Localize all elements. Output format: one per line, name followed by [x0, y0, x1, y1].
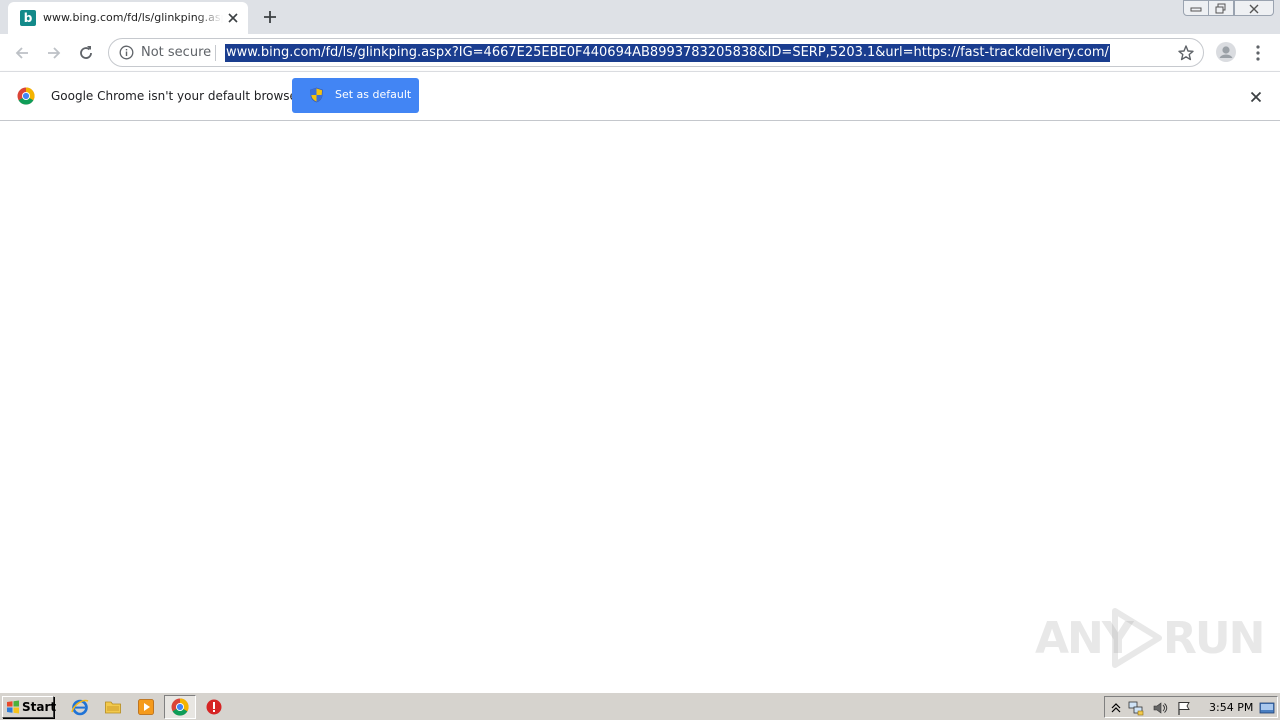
set-as-default-button[interactable]: Set as default [292, 78, 419, 113]
show-hidden-icons-icon[interactable] [1108, 700, 1124, 716]
internet-explorer-icon[interactable] [71, 698, 89, 716]
bing-favicon-icon: b [20, 10, 36, 26]
start-button[interactable]: Start [2, 696, 57, 718]
tab-title: www.bing.com/fd/ls/glinkping.aspx?IG=466… [43, 11, 223, 24]
windows-taskbar: Start 3:54 PM [0, 692, 1280, 720]
chrome-logo-icon [17, 87, 35, 105]
screen: b www.bing.com/fd/ls/glinkping.aspx?IG=4… [0, 0, 1280, 720]
watermark-play-icon [1112, 608, 1162, 668]
stop-icon[interactable] [205, 698, 223, 716]
tab-close-icon[interactable] [224, 9, 242, 27]
infobar-close-icon[interactable] [1247, 88, 1265, 106]
chrome-icon [171, 698, 189, 716]
action-center-flag-icon[interactable] [1176, 700, 1192, 716]
window-restore-button[interactable] [1208, 0, 1234, 16]
profile-avatar-icon[interactable] [1215, 41, 1237, 63]
explorer-folder-icon[interactable] [104, 698, 122, 716]
anyrun-watermark: ANY RUN [1035, 603, 1265, 673]
minimize-icon [1190, 7, 1202, 12]
uac-shield-icon [310, 87, 323, 103]
tab-strip: b www.bing.com/fd/ls/glinkping.aspx?IG=4… [0, 0, 1280, 34]
close-icon [1249, 4, 1259, 14]
windows-logo-icon [7, 700, 19, 714]
infobar-message: Google Chrome isn't your default browser [51, 89, 302, 103]
taskbar-clock[interactable]: 3:54 PM [1209, 700, 1253, 716]
bookmark-star-icon[interactable] [1177, 44, 1195, 62]
window-minimize-button[interactable] [1183, 0, 1209, 16]
omnibox-divider [215, 45, 216, 61]
set-as-default-label: Set as default [335, 88, 412, 101]
window-close-button[interactable] [1234, 0, 1274, 16]
system-tray: 3:54 PM [1104, 696, 1278, 718]
back-arrow-icon[interactable] [11, 42, 33, 64]
watermark-right-text: RUN [1163, 613, 1265, 664]
show-desktop-icon[interactable] [1259, 700, 1275, 716]
restore-icon [1215, 3, 1226, 14]
forward-arrow-icon[interactable] [43, 42, 65, 64]
browser-tab[interactable]: b www.bing.com/fd/ls/glinkping.aspx?IG=4… [8, 2, 248, 34]
new-tab-icon[interactable] [259, 6, 281, 28]
start-label: Start [22, 700, 57, 714]
media-player-icon[interactable] [137, 698, 155, 716]
security-status-label[interactable]: Not secure [141, 45, 211, 61]
url-input[interactable]: www.bing.com/fd/ls/glinkping.aspx?IG=466… [225, 44, 1110, 62]
browser-toolbar: Not secure www.bing.com/fd/ls/glinkping.… [0, 34, 1280, 71]
network-icon[interactable] [1128, 700, 1144, 716]
reload-icon[interactable] [75, 42, 97, 64]
info-icon[interactable] [119, 45, 134, 60]
kebab-menu-icon[interactable] [1249, 42, 1267, 64]
taskbar-chrome-button[interactable] [164, 695, 196, 719]
address-bar[interactable]: Not secure www.bing.com/fd/ls/glinkping.… [108, 38, 1204, 67]
volume-icon[interactable] [1152, 700, 1168, 716]
default-browser-infobar: Google Chrome isn't your default browser… [0, 71, 1280, 121]
